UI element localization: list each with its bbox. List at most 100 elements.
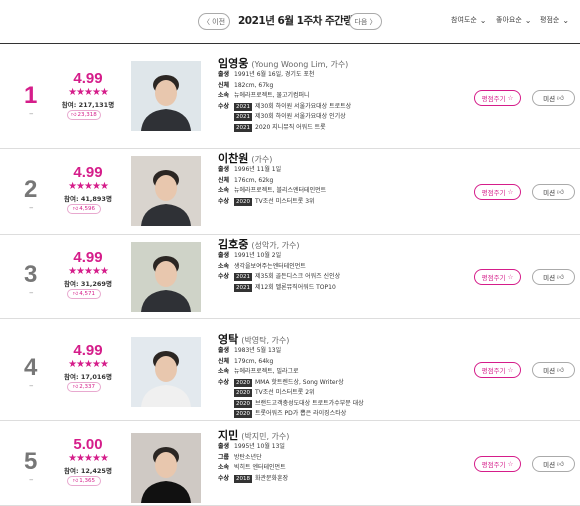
rank-change-indicator: – [29, 108, 34, 119]
mission-button[interactable]: 미션 👍︎ [532, 362, 575, 378]
info-line: 소속 뉴에라프로젝트, 물고기컴퍼니 [218, 91, 351, 102]
award-line: 2021 제12회 멜론뮤직어워드 TOP10 [218, 283, 340, 294]
like-count: 2,337 [79, 384, 95, 390]
rate-button[interactable]: 평점주기 ☆ [474, 184, 521, 200]
award-year-badge: 2020 [234, 197, 252, 206]
info-line: 신체 176cm, 62kg [218, 176, 326, 187]
award-year-badge: 2020 [234, 410, 252, 418]
period-title: 2021년 6월 1주차 주간랭킹 [238, 15, 362, 27]
artist-name: 지민 (박지민, 가수) [218, 427, 289, 443]
mission-button[interactable]: 미션 👍︎ [532, 269, 575, 285]
award-year-badge: 2020 [234, 378, 252, 387]
rate-button-label: 평점주기 [481, 460, 506, 469]
sort-rating[interactable]: 평점순 ⌄ [540, 15, 569, 25]
sort-participation[interactable]: 참여도순 ⌄ [451, 15, 486, 25]
sort-likes[interactable]: 좋아요순 ⌄ [496, 15, 531, 25]
person-silhouette-icon [131, 61, 201, 131]
like-button[interactable]: 👍︎ 4,596 [67, 204, 101, 214]
profile-photo[interactable] [131, 61, 201, 131]
rate-button[interactable]: 평점주기 ☆ [474, 362, 521, 378]
award-year-badge: 2021 [234, 273, 252, 281]
mission-button-label: 미션 [543, 189, 556, 197]
person-silhouette-icon [131, 433, 201, 503]
thumbs-icon: 👍︎ [557, 459, 564, 468]
award-year-badge: 2018 [234, 474, 252, 483]
info-line: 출생 1991년 10월 2일 [218, 251, 340, 262]
sort-label: 참여도순 [451, 16, 477, 24]
rank-change-indicator: – [29, 474, 34, 485]
info-value: 179cm, 64kg [234, 357, 274, 365]
profile-photo[interactable] [131, 337, 201, 407]
award-line: 2021 2020 지니뮤직 어워드 트롯 [218, 123, 351, 134]
participant-count: 참여: 217,131명 [61, 100, 115, 109]
artist-subtitle: (박영탁, 가수) [241, 336, 290, 345]
participant-count: 참여: 12,425명 [64, 466, 112, 475]
info-line: 출생 1996년 11월 1일 [218, 165, 326, 176]
award-text: MMA 핫트렌드상, Song Writer상 [255, 378, 344, 386]
next-week-button[interactable]: 다음 〉 [349, 13, 382, 30]
award-line: 수상 2021 제30회 하이원 서울가요대상 트로트상 [218, 102, 351, 113]
info-value: 1996년 11월 1일 [234, 166, 282, 173]
rate-button-label: 평점주기 [481, 274, 506, 282]
artist-name-text: 임영웅 [218, 57, 249, 70]
like-button[interactable]: 👍︎ 1,365 [67, 475, 101, 486]
award-line: 수상 2020 TV조선 미스터트롯 3위 [218, 197, 326, 208]
artist-subtitle: (성악가, 가수) [251, 241, 300, 250]
thumbs-up-icon: 👍︎ [73, 291, 79, 297]
artist-name: 김호중 (성악가, 가수) [218, 236, 300, 252]
info-line: 그룹 방탄소년단 [218, 453, 288, 464]
artist-info: 출생 1996년 11월 1일 신체 176cm, 62kg 소속 뉴에라프로젝트, 블리… [218, 165, 326, 207]
rank-number: 2 [24, 176, 38, 203]
rate-button[interactable]: 평점주기 ☆ [474, 455, 521, 472]
star-outline-icon: ☆ [507, 459, 514, 468]
info-value: 뉴에라프로젝트, 물고기컴퍼니 [234, 92, 310, 99]
award-text: TV조선 미스터트롯 3위 [255, 197, 315, 205]
profile-photo[interactable] [131, 156, 201, 226]
info-value: 182cm, 67kg [234, 81, 274, 89]
info-label: 출생 [218, 443, 230, 450]
profile-photo[interactable] [131, 242, 201, 312]
info-line: 출생 1983년 5월 13일 [218, 346, 364, 357]
rank-change-indicator: – [29, 203, 34, 213]
info-value: 1991년 6월 16일, 경기도 포천 [234, 71, 315, 78]
artist-name-text: 지민 [218, 429, 239, 442]
ranking-header: 〈 이전 2021년 6월 1주차 주간랭킹 다음 〉 참여도순 ⌄ 좋아요순 ⌄ … [0, 0, 580, 44]
like-button[interactable]: 👍︎ 2,337 [67, 382, 101, 392]
rate-button-label: 평점주기 [481, 94, 506, 103]
like-button[interactable]: 👍︎ 4,571 [67, 289, 101, 299]
info-line: 소속 생각을보여주는엔터테인먼트 [218, 262, 340, 273]
rating-stars: ★★★★★ [68, 266, 109, 277]
like-count: 4,596 [79, 206, 95, 212]
person-silhouette-icon [131, 156, 201, 226]
rate-button-label: 평점주기 [481, 189, 506, 197]
award-line: 수상 2020 MMA 핫트렌드상, Song Writer상 [218, 378, 364, 389]
mission-button[interactable]: 미션 👍︎ [532, 184, 575, 200]
rate-button[interactable]: 평점주기 ☆ [474, 89, 521, 106]
award-text: 제30회 하이원 서울가요대상 트로트상 [255, 102, 352, 110]
info-label: 신체 [218, 357, 230, 365]
profile-photo[interactable] [131, 433, 201, 503]
row-actions: 평점주기 ☆ 미션 👍︎ [474, 455, 575, 472]
mission-button[interactable]: 미션 👍︎ [532, 455, 575, 472]
artist-name-text: 이찬원 [218, 152, 249, 165]
award-year-badge: 2020 [234, 399, 252, 408]
sort-label: 좋아요순 [496, 16, 522, 24]
artist-subtitle: (가수) [251, 155, 273, 164]
artist-name-text: 김호중 [218, 238, 249, 251]
rank-change-indicator: – [29, 381, 34, 391]
award-year-badge: 2021 [234, 123, 252, 132]
thumbs-icon: 👍︎ [557, 188, 564, 196]
prev-week-button[interactable]: 〈 이전 [198, 13, 230, 30]
rating-score: 4.99 [73, 249, 103, 266]
award-year-badge: 2021 [234, 283, 252, 292]
rating-score: 5.00 [73, 435, 103, 453]
info-value: 방탄소년단 [234, 453, 262, 461]
info-line: 소속 빅히트 엔터테인먼트 [218, 463, 288, 474]
rate-button[interactable]: 평점주기 ☆ [474, 269, 521, 285]
mission-button[interactable]: 미션 👍︎ [532, 89, 575, 106]
like-button[interactable]: 👍︎ 23,318 [67, 109, 101, 120]
star-outline-icon: ☆ [507, 93, 514, 102]
rank-number: 5 [24, 447, 38, 475]
chevron-down-icon: ⌄ [479, 15, 487, 25]
artist-info: 출생 1995년 10월 13일 그룹 방탄소년단 소속 빅히트 엔터테인먼트 수상 2018… [218, 442, 288, 484]
